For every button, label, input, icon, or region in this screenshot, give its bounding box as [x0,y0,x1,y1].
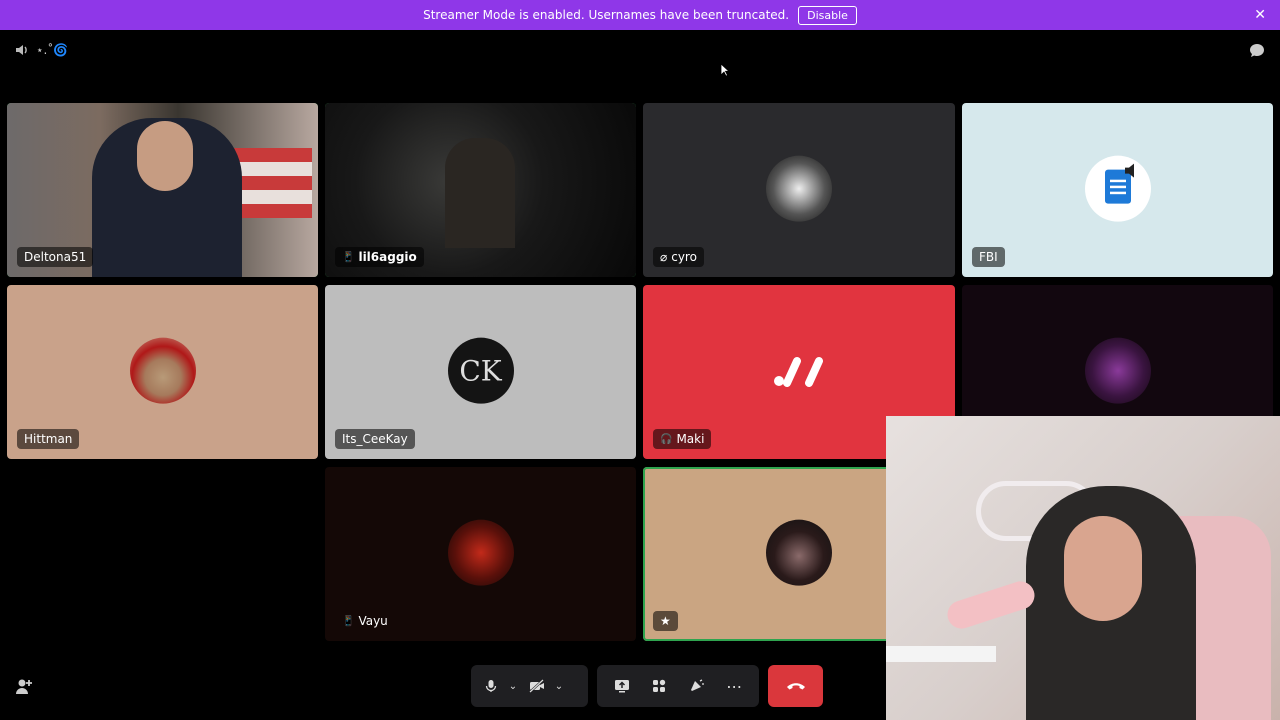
avatar-monogram: CK [459,354,502,388]
avatar [447,519,514,586]
participant-name-tag: 📱 Vayu [335,611,395,631]
participant-tile-cyro[interactable]: ⌀ cyro [643,103,955,277]
participant-tile-its-ceekay[interactable]: CK Its_CeeKay [325,285,636,459]
participant-name: Its_CeeKay [342,432,408,446]
headphones-icon: 🎧 [660,433,673,445]
call-header: ⋆.˚🌀 [0,30,1280,70]
screen-share-icon[interactable] [608,672,636,700]
mouse-cursor [720,63,730,77]
phone-hangup-icon [786,683,805,690]
participant-name: cyro [671,250,697,264]
streamer-camera-overlay [886,416,1280,720]
muted-icon: ⌀ [660,250,668,264]
more-options-icon[interactable]: ⋯ [720,672,748,700]
participant-name: Maki [676,432,705,446]
participant-name-tag: ★ [653,611,678,631]
streamer-mode-message: Streamer Mode is enabled. Usernames have… [423,8,790,22]
participant-name: Deltona51 [24,250,87,264]
participant-name: Hittman [24,432,73,446]
participant-name: FBI [979,250,998,264]
activities-icon[interactable] [645,672,673,700]
avatar [129,337,196,404]
document-audio-icon [1104,163,1134,204]
face [137,121,193,191]
mobile-icon: 📱 [342,251,355,263]
avatar [1084,337,1151,404]
chat-bubble-icon[interactable] [1248,42,1266,60]
participant-name-tag: 📱 lil6aggio [335,247,424,267]
participant-name-tag: Deltona51 [17,247,94,267]
audio-video-controls: ⌄ ⌄ [471,665,588,707]
disable-streamer-mode-button[interactable]: Disable [798,5,857,25]
participant-tile-lil6aggio[interactable]: 📱 lil6aggio [325,103,636,277]
add-user-icon[interactable] [14,677,34,697]
participant-name-tag: 🎧 Maki [653,429,712,449]
chevron-down-icon[interactable]: ⌄ [551,672,567,700]
star-icon: ★ [660,614,671,628]
participant-name-tag: Hittman [17,429,80,449]
participant-tile-deltona51[interactable]: Deltona51 [7,103,318,277]
close-icon[interactable]: ✕ [1254,7,1266,23]
chevron-down-icon[interactable]: ⌄ [505,672,521,700]
participant-name: Vayu [358,614,388,628]
camera-off-icon[interactable] [523,672,551,700]
mobile-icon: 📱 [342,615,355,627]
avatar [1084,155,1151,222]
channel-name: ⋆.˚🌀 [36,43,69,57]
avatar [766,155,832,222]
person-silhouette [445,138,515,248]
participant-tile-vayu[interactable]: 📱 Vayu [325,467,636,641]
avatar: CK [447,337,514,404]
participant-name: lil6aggio [358,250,417,264]
participant-tile-fbi[interactable]: FBI [962,103,1273,277]
face [1064,516,1142,621]
disconnect-button[interactable] [768,665,823,707]
microphone-arm [886,646,996,662]
activity-controls: ⋯ [597,665,759,707]
microphone-icon[interactable] [477,672,505,700]
participant-name-tag: Its_CeeKay [335,429,415,449]
participant-name-tag: FBI [972,247,1005,267]
participant-tile-hittman[interactable]: Hittman [7,285,318,459]
avatar [766,519,832,586]
microphone [943,577,1039,633]
speaker-icon[interactable] [14,42,30,58]
soundboard-icon[interactable] [683,672,711,700]
avatar-logo [774,357,823,387]
participant-name-tag: ⌀ cyro [653,247,704,267]
streamer-mode-banner: Streamer Mode is enabled. Usernames have… [0,0,1280,30]
